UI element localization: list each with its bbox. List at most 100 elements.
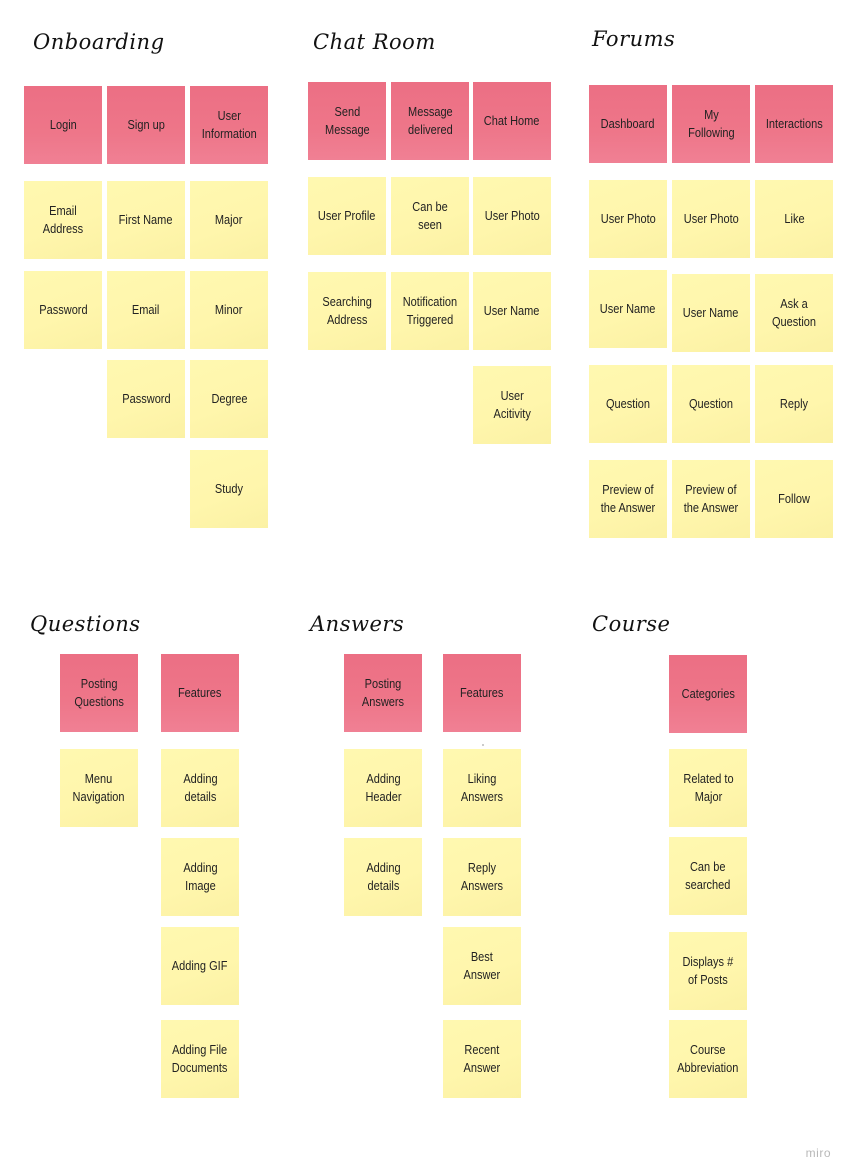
sticky-note[interactable]: Degree (190, 360, 268, 444)
note-text: Sign up (127, 118, 165, 132)
note-text: User Acitivity (493, 389, 531, 421)
sticky-note-header[interactable]: Message delivered (391, 82, 469, 166)
note-text: Adding Header (364, 772, 402, 804)
sticky-note[interactable]: Adding Header (344, 749, 422, 833)
note-text: Notification Triggered (402, 295, 458, 327)
sticky-note[interactable]: Reply (755, 365, 833, 449)
sticky-note[interactable]: Minor (190, 271, 268, 355)
sticky-note[interactable]: Course Abbreviation (669, 1020, 747, 1104)
sticky-note[interactable]: Email (107, 271, 185, 355)
note-text: User Name (600, 302, 656, 316)
sticky-note-header[interactable]: Send Message (308, 82, 386, 166)
sticky-note[interactable]: Searching Address (308, 272, 386, 356)
sticky-note[interactable]: Study (190, 450, 268, 534)
note-text: User Profile (318, 209, 376, 223)
sticky-note-header[interactable]: My Following (672, 85, 750, 169)
note-text: Question (605, 397, 651, 411)
note-text: Adding GIF (172, 959, 228, 973)
sticky-note[interactable]: Adding Image (161, 838, 239, 922)
sticky-note[interactable]: Best Answer (443, 927, 521, 1011)
note-text: Reply Answers (460, 861, 504, 893)
note-text: Major (215, 213, 243, 227)
sticky-note[interactable]: User Name (473, 272, 551, 356)
sticky-note[interactable]: Can be searched (669, 837, 747, 921)
sticky-note[interactable]: User Photo (473, 177, 551, 261)
sticky-note[interactable]: User Acitivity (473, 366, 551, 450)
sticky-note-header[interactable]: Interactions (755, 85, 833, 169)
sticky-note[interactable]: Recent Answer (443, 1020, 521, 1104)
sticky-note[interactable]: Question (589, 365, 667, 449)
sticky-note[interactable]: Major (190, 181, 268, 265)
sticky-note-header[interactable]: Features (443, 654, 521, 738)
sticky-note-header[interactable]: Categories (669, 655, 747, 739)
sticky-note-header[interactable]: Posting Questions (60, 654, 138, 738)
miro-watermark: miro (805, 1146, 831, 1160)
sticky-note[interactable]: User Photo (672, 180, 750, 264)
sticky-note-header[interactable]: Dashboard (589, 85, 667, 169)
note-text: Recent Answer (463, 1043, 501, 1075)
sticky-note[interactable]: User Name (672, 274, 750, 358)
note-text: Chat Home (484, 114, 540, 128)
sticky-note[interactable]: Adding details (161, 749, 239, 833)
sticky-note[interactable]: Menu Navigation (60, 749, 138, 833)
sticky-note-header[interactable]: User Information (190, 86, 268, 170)
note-text: User Name (683, 306, 739, 320)
note-text: Interactions (765, 117, 823, 131)
note-text: Dashboard (601, 117, 655, 131)
sticky-note[interactable]: Liking Answers (443, 749, 521, 833)
miro-board[interactable]: Onboarding Chat Room Forums Questions An… (0, 0, 851, 1174)
sticky-note[interactable]: Like (755, 180, 833, 264)
note-text: Can be seen (412, 200, 448, 232)
note-text: User Photo (484, 209, 540, 223)
note-text: Like (783, 212, 805, 226)
note-text: User Photo (683, 212, 739, 226)
note-text: Degree (210, 392, 248, 406)
sticky-note[interactable]: Adding File Documents (161, 1020, 239, 1104)
note-text: Displays # of Posts (682, 955, 734, 987)
sticky-note[interactable]: Notification Triggered (391, 272, 469, 356)
note-text: Course Abbreviation (677, 1043, 739, 1075)
sticky-note[interactable]: Follow (755, 460, 833, 544)
sticky-note[interactable]: Password (107, 360, 185, 444)
sticky-note-header[interactable]: Sign up (107, 86, 185, 170)
sticky-note[interactable]: Question (672, 365, 750, 449)
sticky-note[interactable]: Related to Major (669, 749, 747, 833)
note-text: Posting Answers (361, 677, 405, 709)
note-text: Adding details (365, 861, 401, 893)
note-text: Adding File Documents (172, 1043, 228, 1075)
note-text: Related to Major (682, 772, 734, 804)
sticky-note-header[interactable]: Features (161, 654, 239, 738)
sticky-note[interactable]: Password (24, 271, 102, 355)
note-text: Study (214, 482, 244, 496)
section-title-questions: Questions (30, 612, 141, 636)
note-text: Send Message (324, 105, 370, 137)
sticky-note[interactable]: Preview of the Answer (672, 460, 750, 544)
sticky-note-header[interactable]: Chat Home (473, 82, 551, 166)
sticky-note-header[interactable]: Login (24, 86, 102, 170)
sticky-note[interactable]: User Name (589, 270, 667, 354)
sticky-note[interactable]: User Photo (589, 180, 667, 264)
sticky-note-header[interactable]: Posting Answers (344, 654, 422, 738)
note-text: User Name (484, 304, 540, 318)
sticky-note[interactable]: First Name (107, 181, 185, 265)
note-text: Features (460, 686, 504, 700)
sticky-note[interactable]: Reply Answers (443, 838, 521, 922)
note-text: Follow (778, 492, 810, 506)
sticky-note[interactable]: Ask a Question (755, 274, 833, 358)
note-text: Email (132, 303, 160, 317)
sticky-note[interactable]: Adding GIF (161, 927, 239, 1011)
sticky-note[interactable]: Displays # of Posts (669, 932, 747, 1016)
sticky-note[interactable]: Preview of the Answer (589, 460, 667, 544)
note-text: Preview of the Answer (600, 483, 656, 515)
sticky-note[interactable]: User Profile (308, 177, 386, 261)
note-text: My Following (687, 108, 735, 140)
note-text: Minor (215, 303, 243, 317)
sticky-note[interactable]: Adding details (344, 838, 422, 922)
sticky-note[interactable]: Can be seen (391, 177, 469, 261)
note-text: Searching Address (322, 295, 372, 327)
note-text: Reply (779, 397, 809, 411)
note-text: Password (38, 303, 88, 317)
sticky-note[interactable]: Email Address (24, 181, 102, 265)
note-text: Login (49, 118, 77, 132)
note-text: Preview of the Answer (683, 483, 739, 515)
